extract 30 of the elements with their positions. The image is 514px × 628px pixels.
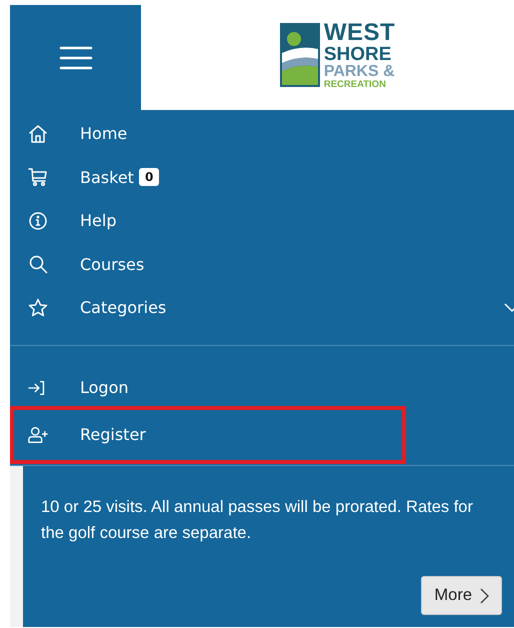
menu-label: Help	[80, 211, 116, 230]
menu-item[interactable]: Home	[10, 112, 514, 156]
menu-label: Home	[80, 124, 128, 144]
menu-label: Basket	[80, 168, 134, 187]
menu-label: Register	[80, 425, 146, 444]
menu-item[interactable]: Categories	[10, 286, 514, 330]
logo-text: WEST	[324, 20, 396, 45]
menu-button[interactable]	[10, 5, 141, 110]
chevron-right-icon	[480, 588, 489, 604]
star-icon	[28, 298, 48, 318]
count-badge: 0	[138, 168, 160, 186]
menu-item[interactable]: Basket 0	[10, 156, 514, 199]
logo-text: PARKS &	[324, 64, 396, 80]
logo-icon	[280, 23, 320, 87]
card-text: 10 or 25 visits. All annual passes will be prorated. Rates for the golf course are separate.	[41, 497, 474, 544]
menu-label: Logon	[80, 378, 129, 397]
logo-text: SHORE	[324, 44, 392, 64]
logo-text: RECREATION	[324, 80, 387, 90]
menu-item[interactable]: Register	[10, 406, 406, 464]
menu-label: Categories	[80, 298, 166, 318]
home-icon	[28, 124, 48, 144]
menu-label: Courses	[80, 254, 144, 274]
info-icon	[28, 210, 48, 231]
menu-item[interactable]: Courses	[10, 242, 514, 286]
menu-item[interactable]: Help	[10, 199, 514, 242]
menu-icon	[58, 46, 92, 70]
more-button[interactable]: More	[421, 576, 502, 615]
search-icon	[28, 254, 48, 274]
add-user-icon	[28, 424, 48, 444]
cart-icon	[28, 167, 48, 188]
